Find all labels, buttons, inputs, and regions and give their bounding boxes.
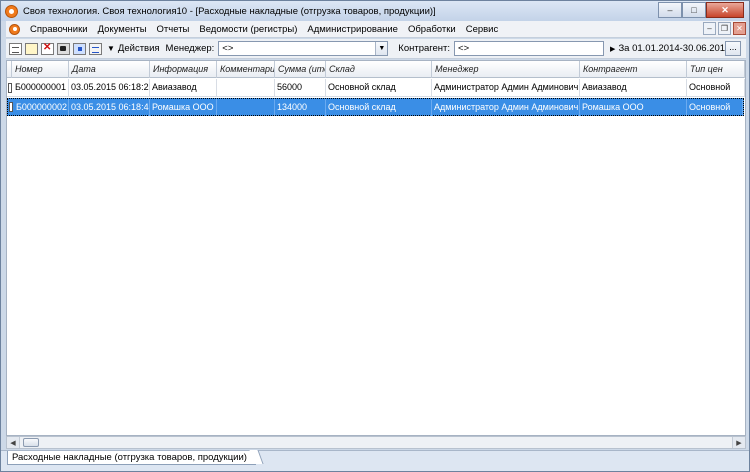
close-button[interactable]: ✕	[706, 2, 744, 18]
title-bar[interactable]: Своя технология. Своя технология10 - [Ра…	[1, 1, 749, 21]
manager-label: Менеджер:	[165, 43, 215, 54]
mdi-close-button[interactable]: ✕	[733, 22, 746, 35]
edit-document-icon[interactable]	[25, 42, 38, 55]
maximize-button[interactable]: □	[682, 2, 706, 18]
actions-label: Действия	[117, 43, 160, 54]
cell-warehouse: Основной склад	[326, 79, 432, 96]
new-document-icon[interactable]	[9, 42, 22, 55]
period-text: За 01.01.2014-30.06.2015	[618, 43, 731, 54]
cell-number: Б000000001	[13, 79, 69, 96]
column-header-info[interactable]: Информация	[150, 61, 217, 78]
cell-number: Б000000002	[14, 99, 69, 116]
cell-manager: Администратор Админ Админович	[432, 79, 580, 96]
scrollbar-thumb[interactable]	[23, 438, 39, 447]
menu-service[interactable]: Сервис	[461, 21, 504, 38]
document-row-icon	[8, 82, 12, 93]
cell-counterparty: Авиазавод	[580, 79, 687, 96]
window-title: Своя технология. Своя технология10 - [Ра…	[23, 5, 436, 17]
manager-select-value: <>	[222, 43, 234, 54]
scroll-left-icon[interactable]: ◀	[7, 437, 20, 448]
cell-comment	[217, 79, 275, 96]
dropdown-triangle-icon: ▼	[107, 44, 115, 53]
table-row[interactable]: Б000000002 03.05.2015 06:18:48 Ромашка О…	[7, 98, 744, 116]
cell-warehouse: Основной склад	[326, 99, 432, 116]
mdi-restore-button[interactable]: ❐	[718, 22, 731, 35]
period-selector[interactable]: ▶ За 01.01.2014-30.06.2015	[610, 43, 730, 54]
cell-info: Авиазавод	[150, 79, 217, 96]
menu-registers[interactable]: Ведомости (регистры)	[194, 21, 302, 38]
app-logo-icon[interactable]	[5, 4, 18, 18]
chevron-down-icon[interactable]: ▼	[375, 42, 388, 55]
chevron-right-icon: ▶	[610, 45, 616, 53]
cell-price-type: Основной	[687, 79, 745, 96]
cell-date: 03.05.2015 06:18:48	[69, 99, 150, 116]
cell-sum: 56000	[275, 79, 326, 96]
counterparty-input-value: <>	[458, 43, 470, 54]
period-select-button[interactable]: ...	[725, 41, 741, 56]
column-header-warehouse[interactable]: Склад	[326, 61, 432, 78]
column-header-sum[interactable]: Сумма (итог)	[275, 61, 326, 78]
post-document-icon[interactable]	[73, 42, 86, 55]
table-header: Номер Дата Информация Комментарий Сумма …	[7, 61, 745, 78]
menu-documents[interactable]: Документы	[93, 21, 152, 38]
tab-sales-invoices[interactable]: Расходные накладные (отгрузка товаров, п…	[7, 451, 256, 465]
document-window-icon[interactable]	[9, 23, 20, 35]
manager-select[interactable]: <> ▼	[218, 41, 389, 56]
column-header-comment[interactable]: Комментарий	[217, 61, 275, 78]
document-row-icon	[9, 102, 13, 112]
counterparty-label: Контрагент:	[398, 43, 451, 54]
column-header-counterparty[interactable]: Контрагент	[580, 61, 687, 78]
column-header-number[interactable]: Номер	[12, 61, 69, 78]
cell-sum: 134000	[275, 99, 326, 116]
actions-menu-button[interactable]: ▼ Действия	[107, 43, 160, 54]
counterparty-input[interactable]: <>	[454, 41, 605, 56]
column-header-date[interactable]: Дата	[69, 61, 150, 78]
window-tab-strip: Расходные накладные (отгрузка товаров, п…	[1, 450, 749, 471]
cell-date: 03.05.2015 06:18:28	[69, 79, 150, 96]
toolbar: ▼ Действия Менеджер: <> ▼ Контрагент: <>…	[6, 39, 746, 59]
table-row[interactable]: Б000000001 03.05.2015 06:18:28 Авиазавод…	[7, 79, 745, 97]
minimize-button[interactable]: –	[658, 2, 682, 18]
column-header-manager[interactable]: Менеджер	[432, 61, 580, 78]
cell-price-type: Основной	[687, 99, 743, 116]
main-window: Своя технология. Своя технология10 - [Ра…	[0, 0, 750, 472]
column-header-price-type[interactable]: Тип цен	[687, 61, 745, 78]
scroll-right-icon[interactable]: ▶	[732, 437, 745, 448]
menu-processing[interactable]: Обработки	[403, 21, 461, 38]
find-icon[interactable]	[57, 42, 70, 55]
documents-table[interactable]: Номер Дата Информация Комментарий Сумма …	[6, 60, 746, 436]
cell-info: Ромашка ООО	[150, 99, 217, 116]
mdi-window-controls: – ❐ ✕	[703, 22, 746, 35]
mdi-minimize-button[interactable]: –	[703, 22, 716, 35]
document-list-icon[interactable]	[89, 42, 102, 55]
menu-administration[interactable]: Администрирование	[302, 21, 403, 38]
menu-reports[interactable]: Отчеты	[152, 21, 195, 38]
menu-directories[interactable]: Справочники	[25, 21, 93, 38]
window-controls: – □ ✕	[658, 2, 744, 18]
horizontal-scrollbar[interactable]: ◀ ▶	[6, 436, 746, 449]
cell-comment	[217, 99, 275, 116]
cell-counterparty: Ромашка ООО	[580, 99, 687, 116]
delete-icon[interactable]	[41, 42, 54, 55]
menu-bar: Справочники Документы Отчеты Ведомости (…	[6, 21, 746, 38]
cell-manager: Администратор Админ Админович	[432, 99, 580, 116]
